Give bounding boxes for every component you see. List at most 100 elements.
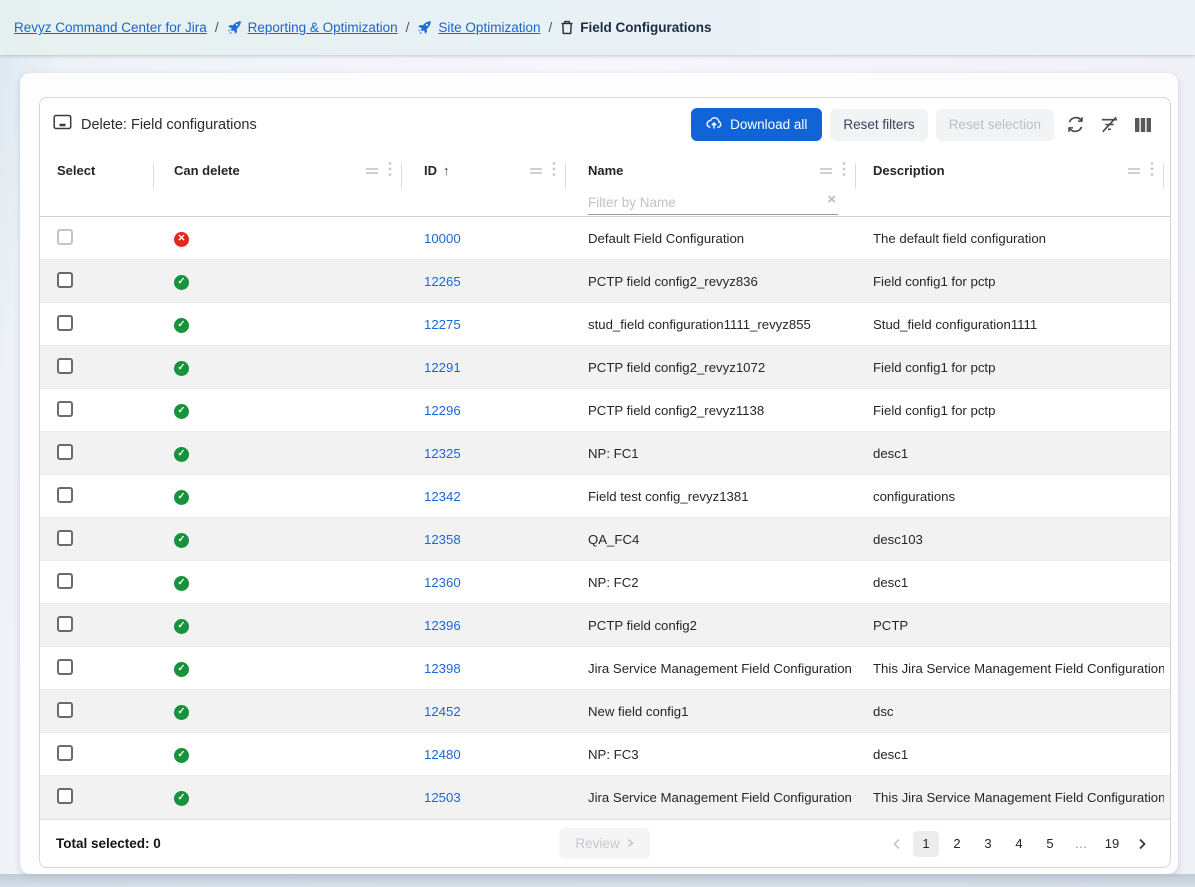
breadcrumb-link-reporting-optimization[interactable]: Reporting & Optimization — [227, 20, 398, 35]
table-footer: Total selected: 0 Review 12345…19 — [40, 819, 1170, 867]
trash-icon — [560, 20, 574, 35]
row-checkbox[interactable] — [57, 788, 73, 804]
download-all-button[interactable]: Download all — [691, 108, 822, 141]
table-row: ✓ 12396 PCTP field config2 PCTP — [40, 604, 1170, 647]
row-id-link[interactable]: 12480 — [424, 747, 461, 762]
breadcrumb-separator: / — [406, 20, 410, 35]
row-checkbox[interactable] — [57, 444, 73, 460]
breadcrumb-link-site-optimization[interactable]: Site Optimization — [417, 20, 540, 35]
column-menu-icon[interactable] — [552, 161, 556, 180]
row-checkbox[interactable] — [57, 229, 73, 245]
clear-filter-icon[interactable]: × — [827, 192, 836, 207]
row-id-link[interactable]: 10000 — [424, 231, 461, 246]
table-row: ✕ 10000 Default Field Configuration The … — [40, 217, 1170, 260]
row-checkbox[interactable] — [57, 315, 73, 331]
pagination-page[interactable]: 2 — [944, 831, 970, 857]
pagination-ellipsis: … — [1068, 831, 1094, 857]
row-id-link[interactable]: 12358 — [424, 532, 461, 547]
table-row: ✓ 12398 Jira Service Management Field Co… — [40, 647, 1170, 690]
chevron-right-icon — [627, 836, 635, 851]
review-button[interactable]: Review — [559, 828, 650, 859]
row-name: NP: FC3 — [566, 747, 856, 762]
can-delete-yes-icon: ✓ — [174, 576, 189, 591]
rocket-icon — [227, 20, 242, 35]
row-checkbox[interactable] — [57, 745, 73, 761]
pagination-page[interactable]: 1 — [913, 831, 939, 857]
sort-asc-icon[interactable]: ↑ — [443, 163, 450, 178]
row-checkbox[interactable] — [57, 659, 73, 675]
breadcrumb-label: Revyz Command Center for Jira — [14, 20, 207, 35]
pagination-page[interactable]: 4 — [1006, 831, 1032, 857]
review-label: Review — [575, 836, 619, 851]
row-name: stud_field configuration1111_revyz855 — [566, 317, 856, 332]
row-description: The default field configuration — [856, 231, 1164, 246]
filter-off-icon[interactable] — [1096, 112, 1122, 138]
pagination: 12345…19 — [884, 831, 1154, 857]
row-id-link[interactable]: 12503 — [424, 790, 461, 805]
column-header-name: Name × — [566, 151, 856, 216]
pagination-page[interactable]: 19 — [1099, 831, 1125, 857]
row-description: This Jira Service Management Field Confi… — [856, 661, 1164, 676]
drag-handle-icon[interactable] — [365, 163, 379, 178]
table-row: ✓ 12296 PCTP field config2_revyz1138 Fie… — [40, 389, 1170, 432]
table-row: ✓ 12358 QA_FC4 desc103 — [40, 518, 1170, 561]
row-id-link[interactable]: 12360 — [424, 575, 461, 590]
name-filter-input[interactable] — [588, 195, 838, 210]
column-menu-icon[interactable] — [1150, 161, 1154, 180]
row-description: dsc — [856, 704, 1164, 719]
row-checkbox[interactable] — [57, 616, 73, 632]
row-checkbox[interactable] — [57, 487, 73, 503]
reset-filters-label: Reset filters — [843, 117, 914, 132]
pagination-next-icon[interactable] — [1130, 832, 1154, 856]
reset-selection-button[interactable]: Reset selection — [936, 109, 1054, 141]
row-description: Field config1 for pctp — [856, 403, 1164, 418]
drag-handle-icon[interactable] — [529, 163, 543, 178]
row-name: Jira Service Management Field Configurat… — [566, 790, 856, 805]
can-delete-yes-icon: ✓ — [174, 705, 189, 720]
total-selected-value: 0 — [153, 836, 161, 851]
row-checkbox[interactable] — [57, 702, 73, 718]
column-menu-icon[interactable] — [842, 161, 846, 180]
reset-filters-button[interactable]: Reset filters — [830, 109, 927, 141]
row-checkbox[interactable] — [57, 573, 73, 589]
row-description: This Jira Service Management Field Confi… — [856, 790, 1164, 805]
row-checkbox[interactable] — [57, 530, 73, 546]
columns-icon[interactable] — [1130, 112, 1156, 138]
breadcrumb-link-revyz-command-center[interactable]: Revyz Command Center for Jira — [14, 20, 207, 35]
row-id-link[interactable]: 12398 — [424, 661, 461, 676]
row-id-link[interactable]: 12265 — [424, 274, 461, 289]
can-delete-yes-icon: ✓ — [174, 662, 189, 677]
toolbar: Download all Reset filters Reset selecti… — [691, 108, 1156, 141]
breadcrumb: Revyz Command Center for Jira / Reportin… — [0, 0, 1195, 55]
row-name: PCTP field config2_revyz836 — [566, 274, 856, 289]
row-checkbox[interactable] — [57, 358, 73, 374]
breadcrumb-label: Field Configurations — [580, 20, 711, 35]
drag-handle-icon[interactable] — [1127, 163, 1141, 178]
pagination-prev-icon[interactable] — [884, 832, 908, 856]
pagination-page[interactable]: 5 — [1037, 831, 1063, 857]
row-id-link[interactable]: 12275 — [424, 317, 461, 332]
row-description: desc1 — [856, 446, 1164, 461]
row-id-link[interactable]: 12396 — [424, 618, 461, 633]
column-label: Description — [873, 163, 945, 178]
row-id-link[interactable]: 12296 — [424, 403, 461, 418]
refresh-icon[interactable] — [1062, 112, 1088, 138]
row-description: Field config1 for pctp — [856, 360, 1164, 375]
row-name: NP: FC2 — [566, 575, 856, 590]
row-id-link[interactable]: 12342 — [424, 489, 461, 504]
row-id-link[interactable]: 12291 — [424, 360, 461, 375]
row-id-link[interactable]: 12452 — [424, 704, 461, 719]
window-icon — [53, 114, 72, 136]
row-name: PCTP field config2_revyz1138 — [566, 403, 856, 418]
breadcrumb-separator: / — [215, 20, 219, 35]
drag-handle-icon[interactable] — [819, 163, 833, 178]
pagination-page[interactable]: 3 — [975, 831, 1001, 857]
table-row: ✓ 12265 PCTP field config2_revyz836 Fiel… — [40, 260, 1170, 303]
column-menu-icon[interactable] — [388, 161, 392, 180]
row-id-link[interactable]: 12325 — [424, 446, 461, 461]
row-checkbox[interactable] — [57, 272, 73, 288]
column-label: Name — [588, 163, 623, 178]
column-label: Can delete — [174, 163, 240, 178]
row-checkbox[interactable] — [57, 401, 73, 417]
total-selected-label: Total selected: — [56, 836, 150, 851]
